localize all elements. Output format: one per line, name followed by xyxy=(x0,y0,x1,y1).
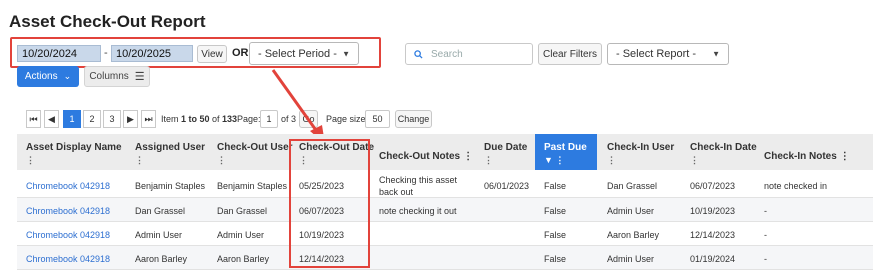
past-due-cell: False xyxy=(544,230,567,240)
past-due-cell: False xyxy=(544,206,567,216)
checkout-user-cell: Aaron Barley xyxy=(217,254,270,264)
checkin-notes-cell: - xyxy=(764,206,767,216)
column-menu-icon[interactable]: ⋮ xyxy=(484,154,527,167)
checkout-user-cell: Benjamin Staples xyxy=(217,181,288,191)
column-label: Check-In Date xyxy=(690,142,757,153)
column-menu-icon[interactable]: ⋮ xyxy=(463,151,473,162)
assigned-user-cell: Dan Grassel xyxy=(135,206,186,216)
column-menu-icon[interactable]: ⋮ xyxy=(607,154,674,167)
past-due-cell: False xyxy=(544,181,567,191)
column-menu-icon[interactable]: ⋮ xyxy=(840,151,850,162)
checkin-date-cell: 01/19/2024 xyxy=(690,254,736,264)
checkout-user-cell: Dan Grassel xyxy=(217,206,268,216)
column-header-checkout-notes[interactable]: Check-Out Notes ⋮ xyxy=(379,150,473,163)
checkout-notes-cell: Checking this asset xyxy=(379,175,458,185)
column-menu-icon[interactable]: ⋮ xyxy=(135,154,205,167)
checkin-user-cell: Aaron Barley xyxy=(607,230,660,240)
due-date-cell: 06/01/2023 xyxy=(484,181,530,191)
checkin-notes-cell: note checked in xyxy=(764,181,828,191)
asset-link[interactable]: Chromebook 042918 xyxy=(26,254,110,265)
column-header-past-due[interactable]: Past Due ▼ ⋮ xyxy=(544,141,587,167)
assigned-user-cell: Aaron Barley xyxy=(135,254,188,264)
column-label: Check-In User xyxy=(607,142,675,153)
column-header-checkin-notes[interactable]: Check-In Notes ⋮ xyxy=(764,150,850,163)
column-header-assigned-user[interactable]: Assigned User ⋮ xyxy=(135,141,205,167)
column-menu-icon[interactable]: ⋮ xyxy=(690,154,757,167)
checkin-notes-cell: - xyxy=(764,230,767,240)
checkout-notes-cell: note checking it out xyxy=(379,206,457,216)
checkout-user-cell: Admin User xyxy=(217,230,265,240)
column-label: Assigned User xyxy=(135,142,206,153)
checkout-notes-cell-line2: back out xyxy=(379,187,414,197)
column-header-asset[interactable]: Asset Display Name ⋮ xyxy=(26,141,122,167)
column-label: Check-Out Notes xyxy=(379,151,461,162)
column-header-checkout-user[interactable]: Check-Out User ⋮ xyxy=(217,141,293,167)
column-header-checkin-date[interactable]: Check-In Date ⋮ xyxy=(690,141,757,167)
column-menu-icon[interactable]: ⋮ xyxy=(26,154,122,167)
asset-link[interactable]: Chromebook 042918 xyxy=(26,230,110,241)
checkin-date-cell: 12/14/2023 xyxy=(690,230,736,240)
checkin-user-cell: Dan Grassel xyxy=(607,181,658,191)
column-label: Past Due xyxy=(544,142,587,153)
column-label: Asset Display Name xyxy=(26,142,122,153)
column-label: Check-In Notes xyxy=(764,151,837,162)
column-header-checkin-user[interactable]: Check-In User ⋮ xyxy=(607,141,674,167)
column-label: Due Date xyxy=(484,142,528,153)
column-menu-icon[interactable]: ⋮ xyxy=(217,154,293,167)
annotation-highlight-column xyxy=(289,139,370,268)
checkin-user-cell: Admin User xyxy=(607,206,655,216)
checkin-user-cell: Admin User xyxy=(607,254,655,264)
asset-link[interactable]: Chromebook 042918 xyxy=(26,181,110,192)
assigned-user-cell: Admin User xyxy=(135,230,183,240)
sort-desc-icon[interactable]: ▼ ⋮ xyxy=(544,154,587,167)
asset-link[interactable]: Chromebook 042918 xyxy=(26,206,110,217)
past-due-cell: False xyxy=(544,254,567,264)
checkin-date-cell: 06/07/2023 xyxy=(690,181,736,191)
checkin-notes-cell: - xyxy=(764,254,767,264)
assigned-user-cell: Benjamin Staples xyxy=(135,181,206,191)
column-header-due-date[interactable]: Due Date ⋮ xyxy=(484,141,527,167)
column-label: Check-Out User xyxy=(217,142,293,153)
checkin-date-cell: 10/19/2023 xyxy=(690,206,736,216)
